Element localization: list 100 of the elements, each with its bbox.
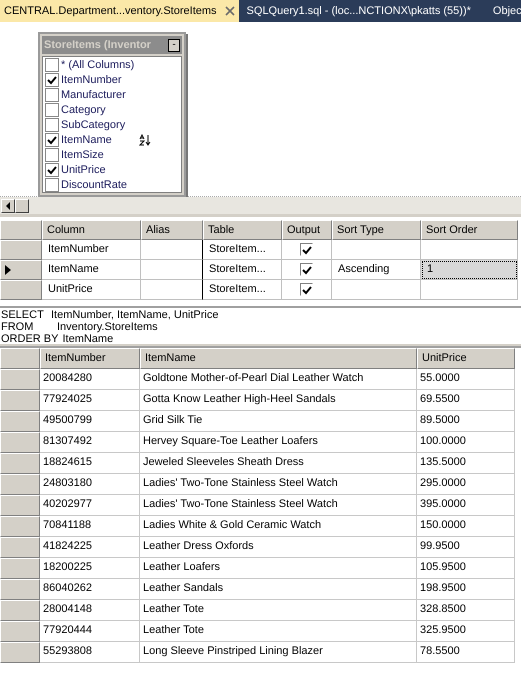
grid-cell[interactable] xyxy=(141,260,203,280)
table-cell: Goldtone Mother-of-Pearl Dial Leather Watch xyxy=(140,369,417,390)
table-cell: 99.9500 xyxy=(417,537,515,558)
table-cell: 100.0000 xyxy=(417,432,515,453)
checkbox[interactable] xyxy=(45,148,59,162)
table-cell: Gotta Know Leather High-Heel Sandals xyxy=(140,390,417,411)
table-cell: 295.0000 xyxy=(417,474,515,495)
row-header[interactable] xyxy=(0,537,40,558)
document-tab[interactable]: SQLQuery1.sql - (loc...NCTIONX\pkatts (55))* xyxy=(242,0,475,22)
grid-cell[interactable] xyxy=(141,240,203,260)
checkbox[interactable] xyxy=(45,88,59,102)
checkbox[interactable] xyxy=(45,58,59,72)
document-tab[interactable]: Objec xyxy=(488,0,521,22)
output-checkbox[interactable] xyxy=(300,283,313,296)
sql-keyword: ORDER BY xyxy=(1,333,60,345)
table-cell: 28004148 xyxy=(40,600,140,621)
row-header[interactable] xyxy=(0,411,40,432)
table-cell: Long Sleeve Pinstriped Lining Blazer xyxy=(140,642,417,663)
left-arrow-icon xyxy=(5,202,11,210)
table-cell: 325.9500 xyxy=(417,621,515,642)
table-cell: 105.9500 xyxy=(417,558,515,579)
table-cell: 24803180 xyxy=(40,474,140,495)
column-header[interactable]: Table xyxy=(203,220,282,240)
grid-cell[interactable]: StoreItem... xyxy=(203,260,282,280)
checkbox[interactable] xyxy=(45,72,59,86)
column-header[interactable]: Alias xyxy=(141,220,203,240)
column-name: Manufacturer xyxy=(61,88,126,100)
table-cell: 49500799 xyxy=(40,411,140,432)
table-cell: 198.9500 xyxy=(417,579,515,600)
checkbox[interactable] xyxy=(45,162,59,176)
table-cell: 150.0000 xyxy=(417,516,515,537)
grid-cell[interactable]: 1 xyxy=(421,260,518,280)
table-cell: 86040262 xyxy=(40,579,140,600)
checkbox[interactable] xyxy=(45,132,59,146)
column-header[interactable]: ItemName xyxy=(140,348,417,369)
scroll-left-button[interactable] xyxy=(1,198,15,212)
grid-cell[interactable] xyxy=(141,280,203,300)
table-cell: 20084280 xyxy=(40,369,140,390)
table-cell: 40202977 xyxy=(40,495,140,516)
table-cell: 328.8500 xyxy=(417,600,515,621)
sql-pane[interactable]: SELECT ItemNumber, ItemName, UnitPrice FROM Inventory.StoreItems ORDER BY ItemName xyxy=(0,308,521,346)
row-header[interactable] xyxy=(0,495,40,516)
row-header[interactable] xyxy=(0,621,40,642)
close-icon[interactable] xyxy=(224,6,235,16)
grid-cell[interactable]: ItemNumber xyxy=(42,240,141,260)
column-name: * (All Columns) xyxy=(61,58,134,70)
sql-text: ItemNumber, ItemName, UnitPrice xyxy=(51,309,218,321)
grid-cell[interactable]: ItemName xyxy=(42,260,141,280)
column-header[interactable]: Column xyxy=(42,220,141,240)
grid-cell[interactable]: StoreItem... xyxy=(203,240,282,260)
row-header[interactable] xyxy=(0,474,40,495)
table-cell: 77920444 xyxy=(40,621,140,642)
grid-cell[interactable]: StoreItem... xyxy=(203,280,282,300)
row-header[interactable] xyxy=(0,516,40,537)
row-header[interactable] xyxy=(0,390,40,411)
table-cell: 55293808 xyxy=(40,642,140,663)
output-checkbox[interactable] xyxy=(300,263,313,276)
table-cell: 78.5500 xyxy=(417,642,515,663)
column-header[interactable]: ItemNumber xyxy=(40,348,140,369)
column-header[interactable]: Output xyxy=(282,220,332,240)
table-cell: 77924025 xyxy=(40,390,140,411)
collapse-button[interactable]: - xyxy=(168,38,180,52)
sql-keyword: SELECT xyxy=(1,309,45,321)
document-tab[interactable]: CENTRAL.Department...ventory.StoreItems xyxy=(0,0,239,22)
row-header[interactable] xyxy=(0,432,40,453)
column-name: ItemSize xyxy=(61,148,104,160)
table-window[interactable]: StoreItems (Inventor - * (All Columns) ItemNumber Manufacturer Category SubCategory ItemName ItemSize UnitPrice DiscountRate xyxy=(38,32,186,197)
row-header[interactable] xyxy=(0,558,40,579)
row-header[interactable] xyxy=(0,369,40,390)
output-checkbox[interactable] xyxy=(300,243,313,256)
table-cell: Jeweled Sleeveles Sheath Dress xyxy=(140,453,417,474)
table-cell: Leather Tote xyxy=(140,600,417,621)
table-cell: Leather Dress Oxfords xyxy=(140,537,417,558)
column-header[interactable]: Sort Type xyxy=(332,220,421,240)
row-selector[interactable] xyxy=(0,260,42,280)
table-cell: 395.0000 xyxy=(417,495,515,516)
scroll-thumb[interactable] xyxy=(15,198,29,212)
row-header[interactable] xyxy=(0,600,40,621)
column-header[interactable]: UnitPrice xyxy=(417,348,515,369)
current-row-icon xyxy=(5,265,11,275)
table-cell: 89.5000 xyxy=(417,411,515,432)
checkbox[interactable] xyxy=(45,178,59,192)
table-cell: Ladies' Two-Tone Stainless Steel Watch xyxy=(140,474,417,495)
table-cell: 69.5500 xyxy=(417,390,515,411)
table-cell: Ladies White & Gold Ceramic Watch xyxy=(140,516,417,537)
row-header[interactable] xyxy=(0,453,40,474)
row-header[interactable] xyxy=(0,642,40,663)
column-name: UnitPrice xyxy=(61,164,106,176)
checkbox[interactable] xyxy=(45,102,59,116)
column-header[interactable]: Sort Order xyxy=(421,220,518,240)
row-header[interactable] xyxy=(0,579,40,600)
grid-cell[interactable]: UnitPrice xyxy=(42,280,141,300)
column-name: ItemNumber xyxy=(61,74,122,86)
table-cell: Ladies' Two-Tone Stainless Steel Watch xyxy=(140,495,417,516)
table-cell: Hervey Square-Toe Leather Loafers xyxy=(140,432,417,453)
column-name: SubCategory xyxy=(61,118,126,130)
column-name: DiscountRate xyxy=(61,178,128,190)
checkbox[interactable] xyxy=(45,118,59,132)
table-cell: Leather Tote xyxy=(140,621,417,642)
table-cell: Grid Silk Tie xyxy=(140,411,417,432)
